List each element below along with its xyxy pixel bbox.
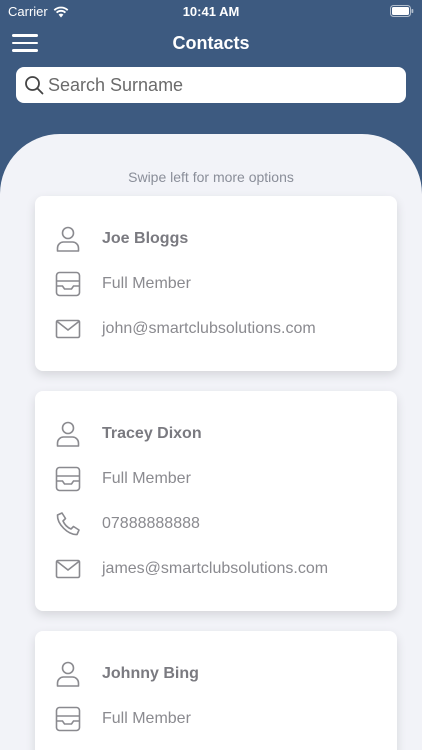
inbox-tray-icon [55,271,81,297]
search-bar[interactable] [16,67,406,103]
contact-membership: Full Member [102,470,191,487]
search-icon [25,76,44,95]
person-icon [55,226,81,252]
contact-phone-row[interactable]: 07888888888 [55,509,200,539]
battery-icon [390,5,414,20]
mail-icon [55,316,81,342]
contact-name-row: Joe Bloggs [55,224,188,254]
swipe-hint: Swipe left for more options [128,169,294,185]
person-icon [55,661,81,687]
contact-membership-row: Full Member [55,464,191,494]
inbox-tray-icon [55,466,81,492]
page-title: Contacts [172,33,250,53]
status-time: 10:41 AM [182,4,240,19]
contact-name: Joe Bloggs [102,230,189,247]
contact-name-row: Tracey Dixon [55,419,202,449]
contact-name-row: Johnny Bing [55,659,199,689]
contact-card[interactable]: Tracey Dixon Full Member 07888888888 jam… [35,391,397,611]
contact-name: Johnny Bing [102,665,199,682]
contact-card[interactable]: Johnny Bing Full Member [35,631,397,750]
contact-email-row[interactable]: john@smartclubsolutions.com [55,314,316,344]
navigation-bar: Contacts [0,26,422,60]
contact-membership: Full Member [102,275,191,292]
contact-email[interactable]: james@smartclubsolutions.com [102,560,328,578]
contact-membership: Full Member [102,710,191,727]
status-bar: Carrier 10:41 AM [0,0,422,22]
inbox-tray-icon [55,706,81,732]
phone-icon [55,511,81,537]
contact-name: Tracey Dixon [102,425,202,442]
contact-card[interactable]: Joe Bloggs Full Member john@smartclubsol… [35,196,397,371]
contact-email-row[interactable]: james@smartclubsolutions.com [55,554,328,584]
contacts-list-panel: Swipe left for more options Joe Bloggs F… [0,134,422,750]
contact-email[interactable]: john@smartclubsolutions.com [102,320,316,338]
contact-membership-row: Full Member [55,269,191,299]
contact-membership-row: Full Member [55,704,191,734]
person-icon [55,421,81,447]
contact-phone[interactable]: 07888888888 [102,515,200,533]
mail-icon [55,556,81,582]
search-input[interactable] [48,74,406,96]
